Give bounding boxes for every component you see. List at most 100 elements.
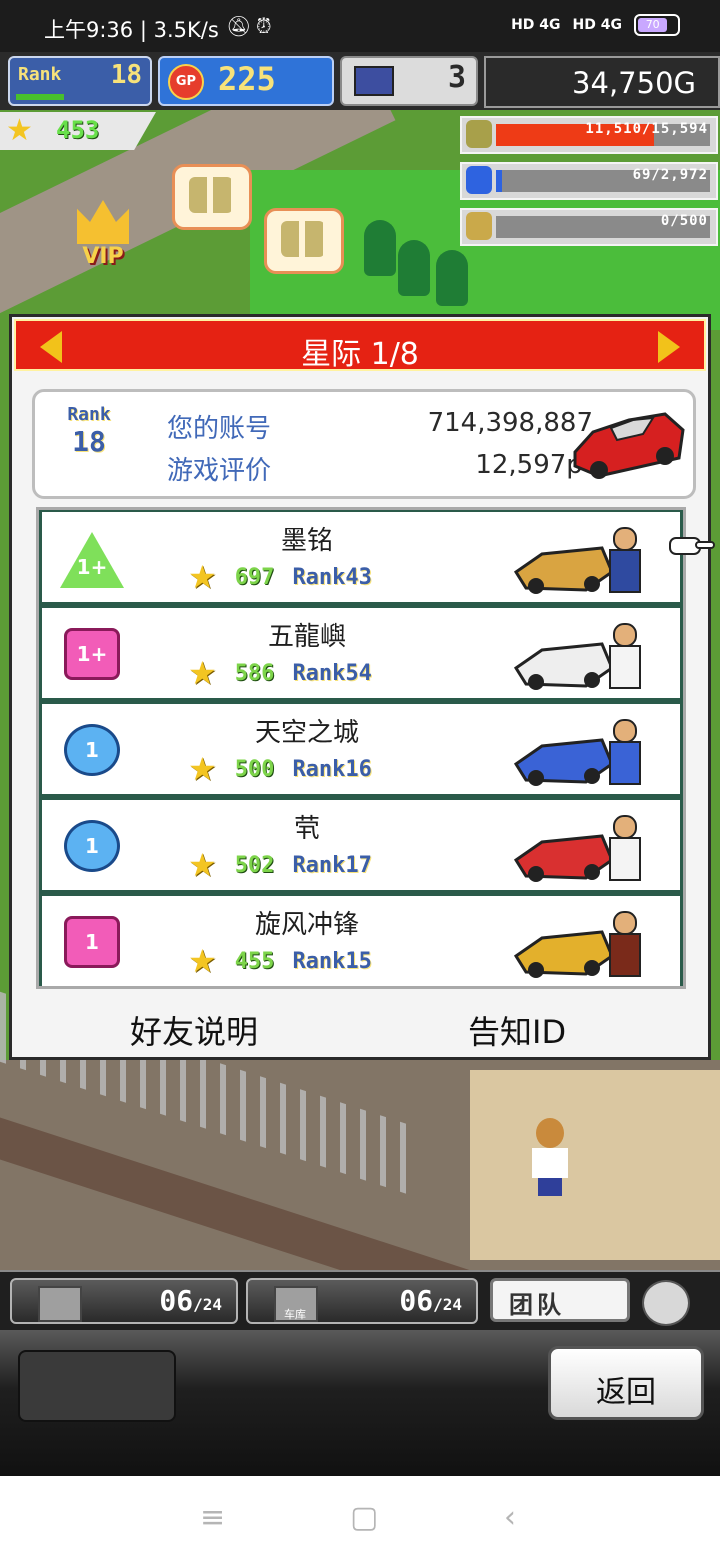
rank-label: Rank [18,64,62,85]
friend-car-avatar [513,527,641,594]
player-car-icon [573,412,685,479]
resource-bar-wheat: 0/500 [460,208,718,246]
friend-rank-value: 54 [345,660,372,686]
friend-rank: Rank17 [292,853,371,878]
star-icon: ★ [188,558,217,596]
team-button[interactable]: 团队 [490,1278,630,1322]
empty-action-button[interactable] [18,1350,176,1422]
resource-text: 69/2,972 [632,167,708,183]
sidewalk [470,1070,720,1260]
star-total-value: 453 [56,116,100,144]
home-icon[interactable]: ▢ [350,1500,378,1535]
friend-rank-value: 43 [345,564,372,590]
friend-stars: 500 [234,756,275,782]
friend-rank: Rank43 [292,565,371,590]
back-button[interactable]: 返回 [548,1346,704,1420]
game-hud: Rank 18 GP 225 3 34,750G [0,52,720,110]
friend-rank-label: Rank [292,948,346,974]
resource-text: 11,510/15,594 [585,121,708,137]
back-label: 返回 [596,1375,656,1410]
star-icon: ★ [188,654,217,692]
fuel-can-icon [466,166,492,194]
resource-text: 0/500 [660,213,708,229]
tree [364,220,396,276]
level-badge: 1 [64,916,120,968]
friend-rank: Rank15 [292,949,371,974]
friend-help-button[interactable]: 好友说明 [130,1007,258,1053]
summary-rank-badge: Rank 18 [59,404,119,458]
summary-rank-label: Rank [67,404,111,425]
friend-row[interactable]: 1 旋风冲锋 ★ 455 Rank15 [42,896,680,986]
crown-icon [77,200,129,244]
oil-barrel-icon [466,120,492,148]
vip-label: VIP [82,244,124,269]
pointing-hand-icon [669,537,715,555]
bell-off-icon: 🔕︎ [226,14,252,38]
friend-rank-label: Rank [292,852,346,878]
profile-face-icon[interactable] [642,1280,690,1326]
computer-value: 3 [447,60,466,95]
menu-icon[interactable]: ≡ [200,1500,225,1535]
dialog-header: 星际 1/8 [14,319,706,372]
friend-row[interactable]: 1+ 五龍嶼 ★ 586 Rank54 [42,608,680,698]
friend-stars: 502 [234,852,275,878]
friend-stars: 586 [234,660,275,686]
friend-rank-value: 17 [345,852,372,878]
friend-name: 天空之城 [254,718,359,748]
coin-bubble[interactable] [172,164,252,230]
system-nav-bar: ≡ ▢ ‹ [0,1476,720,1560]
battery-level: 70 [638,18,668,32]
tree [398,240,430,296]
vip-badge[interactable]: VIP [62,200,144,276]
account-summary: Rank 18 您的账号 714,398,887 游戏评价 12,597pt [32,389,696,499]
friend-rank-label: Rank [292,756,346,782]
storage-slot[interactable]: 06/24 [10,1278,238,1324]
star-icon: ★ [188,942,217,980]
back-nav-icon[interactable]: ‹ [504,1500,516,1535]
arrow-right-icon[interactable] [658,331,680,363]
star-icon: ★ [6,113,33,148]
friend-stats: ★ 697 Rank43 [188,560,372,594]
rank-value: 18 [110,60,142,90]
tree [436,250,468,306]
friend-name: 五龍嶼 [267,622,346,652]
friend-stats: ★ 500 Rank16 [188,752,372,786]
friend-rank: Rank16 [292,757,371,782]
status-bar: 上午9:36 | 3.5K/s 🔕︎ ⏰︎ HD 4G HD 4G 70 [0,0,720,52]
garage-slot[interactable]: 车库 06/24 [246,1278,478,1324]
rating-label: 游戏评价 [167,456,272,486]
team-label: 团队 [509,1291,565,1319]
friend-car-avatar [513,719,641,786]
storage-count: 06/24 [159,1284,222,1317]
network-indicator-1: HD 4G [511,17,561,33]
friend-car-avatar [513,815,641,882]
friend-row[interactable]: 1 茕 ★ 502 Rank17 [42,800,680,890]
network-indicator-2: HD 4G [572,17,622,33]
gp-counter[interactable]: GP 225 [158,56,334,106]
money-display: 34,750G [484,56,720,108]
player-rank[interactable]: Rank 18 [8,56,152,106]
star-icon: ★ [188,750,217,788]
friend-row[interactable]: 1+ 墨铭 ★ 697 Rank43 [42,512,680,602]
friend-rank-label: Rank [292,564,346,590]
friend-stars: 697 [234,564,275,590]
computer-icon [354,66,394,96]
alarm-icon: ⏰︎ [256,14,272,38]
friend-list: 1+ 墨铭 ★ 697 Rank43 1+ 五龍嶼 ★ 586 Rank54 1… [36,507,686,989]
level-badge: 1 [64,724,120,776]
notify-id-button[interactable]: 告知ID [468,1007,566,1053]
computer-counter[interactable]: 3 [340,56,478,106]
level-badge: 1+ [64,628,120,680]
level-badge: 1+ [60,532,124,588]
resource-bar-oil: 11,510/15,594 [460,116,718,154]
gp-value: 225 [218,60,276,98]
dialog-title: 星际 1/8 [301,337,419,372]
coin-bubble[interactable] [264,208,344,274]
friend-row[interactable]: 1 天空之城 ★ 500 Rank16 [42,704,680,794]
game-bottom-panel: 返回 [0,1330,720,1476]
account-label: 您的账号 [167,414,272,444]
friend-rank-value: 16 [345,756,372,782]
friend-name: 旋风冲锋 [254,910,359,940]
dialog-footer: 好友说明 告知ID [12,1007,708,1051]
resource-fill [496,170,503,192]
